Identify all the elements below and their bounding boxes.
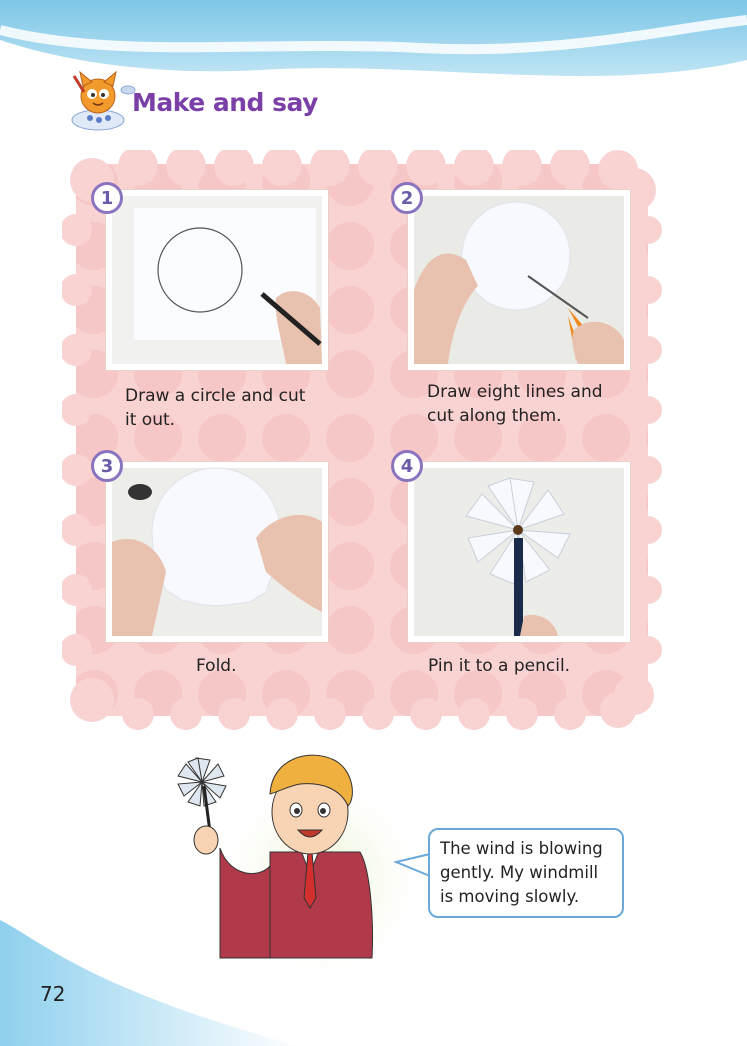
step-2-photo xyxy=(408,190,630,370)
step-1-number-badge: 1 xyxy=(91,182,123,214)
speech-line-2: gently. My windmill xyxy=(440,863,599,882)
step-4-number-badge: 4 xyxy=(391,450,423,482)
speech-line-1: The wind is blowing xyxy=(440,839,603,858)
step-1-photo xyxy=(106,190,328,370)
speech-bubble: The wind is blowing gently. My windmill … xyxy=(428,828,624,918)
step-3-caption: Fold. xyxy=(196,656,237,676)
step-2-caption: Draw eight lines and cut along them. xyxy=(427,382,603,426)
speech-line-3: is moving slowly. xyxy=(440,887,580,906)
step-4-caption: Pin it to a pencil. xyxy=(428,656,571,676)
boy-with-windmill-illustration xyxy=(177,754,420,968)
step-1-caption: Draw a circle and cut it out. xyxy=(125,386,306,430)
step-4-photo xyxy=(408,462,630,642)
step-3-photo xyxy=(106,462,328,642)
step-2-number-badge: 2 xyxy=(391,182,423,214)
page-number: 72 xyxy=(40,982,66,1006)
step-3-number-badge: 3 xyxy=(91,450,123,482)
section-title: Make and say xyxy=(132,88,318,117)
